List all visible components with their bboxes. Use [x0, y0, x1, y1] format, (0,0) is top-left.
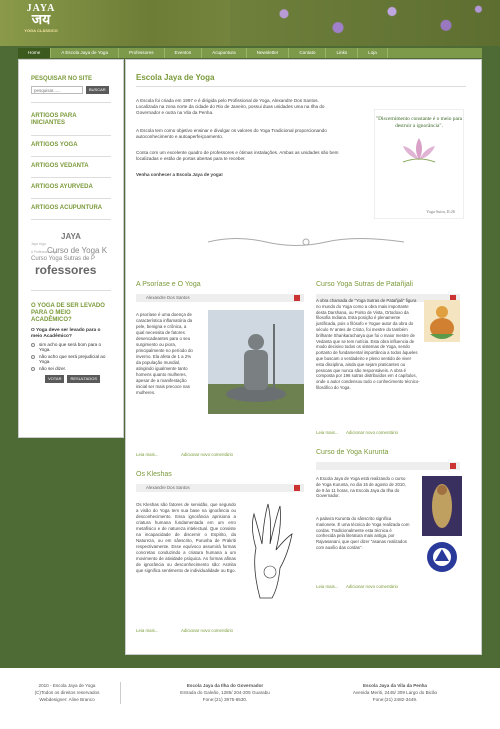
- results-button[interactable]: RESULTADOS: [67, 375, 101, 383]
- divider: [31, 156, 111, 157]
- nav-newsletter[interactable]: Newsletter: [247, 48, 290, 58]
- widget-line-2[interactable]: Curso Yoga Sutras de P: [31, 256, 95, 262]
- divider: [31, 198, 111, 199]
- quote-text: "Discernimento constante é o meio para d…: [375, 116, 463, 129]
- patanjali-image: [424, 300, 460, 342]
- nav-acupuntura[interactable]: Acupuntura: [202, 48, 247, 58]
- divider: [136, 86, 466, 87]
- poll-option-3[interactable]: não sei dizer.: [19, 366, 123, 371]
- poll-option-label: sim acho que será bom para o Yoga.: [39, 342, 102, 352]
- divider: [31, 219, 111, 220]
- article-author-bar-2: Alexandre Dos Santos: [136, 484, 304, 492]
- nav-professores[interactable]: Professores: [119, 48, 165, 58]
- divider: [31, 135, 111, 136]
- pdf-icon[interactable]: [294, 485, 300, 491]
- poll-title: O YOGA DE SER LEVADO PARA O MEIO ACADÊMI…: [31, 303, 105, 323]
- pdf-icon[interactable]: [450, 463, 456, 469]
- read-more-link[interactable]: Leia mais...: [316, 584, 338, 589]
- search-button[interactable]: BUSCAR: [86, 86, 109, 94]
- add-comment-link[interactable]: Adicionar novo comentário: [346, 584, 398, 589]
- chakra-icon: [427, 542, 457, 572]
- widget-tiny-1: Jaya Yoga: [31, 242, 46, 246]
- widget-tiny-2: A Professora Yoga: [31, 250, 58, 254]
- poll-option-label: não acho que será prejudicial ao Yoga.: [39, 354, 106, 364]
- article-text-2: Os Kleshas são fatores de servidão, que …: [136, 502, 236, 573]
- search-input[interactable]: [31, 86, 83, 94]
- footer-ilha-address: Escola Jaya da Ilha do Governador Estrada…: [180, 683, 270, 702]
- article-title-4[interactable]: Curso de Yoga Kurunta: [316, 449, 388, 456]
- intro-p1: A Escola foi criada em 1997 e é dirigida…: [136, 98, 325, 116]
- article-text-3: A obra chamada de "Yoga Sutras de Patañj…: [316, 298, 420, 390]
- intro-p3: Conta com um excelente quadro de profess…: [136, 150, 339, 162]
- add-comment-link[interactable]: Adicionar novo comentário: [181, 628, 233, 633]
- radio-icon[interactable]: [31, 367, 35, 371]
- article-text-4a: A Escola Jaya de Yoga está realizando o …: [316, 476, 406, 499]
- page-title: Escola Jaya de Yoga: [136, 73, 215, 82]
- lotus-icon: [402, 138, 436, 163]
- logo-main-text: जय: [31, 13, 51, 28]
- intro-p2: A Escola tem como objetivo ensinar e div…: [136, 128, 327, 140]
- read-more-link[interactable]: Leia mais...: [316, 430, 338, 435]
- article-text-4b: A palavra Kurunta do sânscrito significa…: [316, 516, 410, 550]
- main-nav: Home A Escola Jaya de Yoga Professores E…: [18, 48, 482, 58]
- sidebar: PESQUISAR NO SITE BUSCAR ARTIGOS PARA IN…: [18, 59, 124, 438]
- nav-contato[interactable]: Contato: [289, 48, 327, 58]
- vote-button[interactable]: VOTAR: [45, 375, 65, 383]
- nav-home[interactable]: Home: [18, 48, 52, 58]
- radio-icon[interactable]: [31, 343, 35, 347]
- sidebar-link-ayurveda[interactable]: ARTIGOS AYURVEDA: [19, 184, 123, 190]
- pdf-icon[interactable]: [294, 295, 300, 301]
- article-title-3[interactable]: Curso Yoga Sutras de Patañjali: [316, 281, 413, 288]
- intro-p4: Venha conhecer a Escola Jaya de yoga!: [136, 172, 223, 177]
- article-title-1[interactable]: A Psoríase e O Yoga: [136, 281, 201, 288]
- author-name: Alexandre Dos Santos: [146, 485, 190, 490]
- article-title-2[interactable]: Os Kleshas: [136, 471, 172, 478]
- search-title: PESQUISAR NO SITE: [31, 76, 93, 82]
- poll-question: O Yoga deve ser levado para o meio Acadê…: [31, 328, 101, 339]
- poll-buttons: VOTAR RESULTADOS: [19, 375, 123, 383]
- sidebar-link-acupuntura[interactable]: ARTIGOS ACUPUNTURA: [19, 205, 123, 211]
- nav-escola[interactable]: A Escola Jaya de Yoga: [51, 48, 120, 58]
- footer-divider: [120, 682, 121, 704]
- main-content: Escola Jaya de Yoga A Escola foi criada …: [125, 59, 482, 655]
- divider: [31, 177, 111, 178]
- ornament-divider: [207, 238, 405, 246]
- poll-option-2[interactable]: não acho que será prejudicial ao Yoga.: [19, 354, 123, 364]
- logo-sub-text: YOGA CLÁSSICO: [24, 28, 58, 33]
- footer-penha-address: Escola Jaya da Vila da Penha Avenida Meri…: [352, 683, 438, 702]
- divider: [31, 102, 111, 103]
- add-comment-link[interactable]: Adicionar novo comentário: [346, 430, 398, 435]
- footer: 2010 - Escola Jaya de Yoga (C)Todos os di…: [0, 668, 500, 729]
- sidebar-link-yoga[interactable]: ARTIGOS YOGA: [19, 142, 123, 148]
- site-logo[interactable]: JAYA जय YOGA CLÁSSICO: [18, 4, 64, 34]
- divider: [31, 290, 111, 291]
- author-name: Alexandre Dos Santos: [146, 295, 190, 300]
- sidebar-link-vedanta[interactable]: ARTIGOS VEDANTA: [19, 163, 123, 169]
- quote-box: "Discernimento constante é o meio para d…: [374, 109, 464, 219]
- radio-icon[interactable]: [31, 355, 35, 359]
- hand-mudra-image: [252, 503, 293, 599]
- nav-links[interactable]: Links: [326, 48, 359, 58]
- article-author-bar-1: Alexandre Dos Santos: [136, 294, 304, 302]
- article-author-bar-4: [316, 462, 460, 470]
- read-more-link[interactable]: Leia mais...: [136, 628, 158, 633]
- flowers-image: [230, 0, 500, 46]
- poll-option-1[interactable]: sim acho que será bom para o Yoga.: [19, 342, 123, 352]
- nav-loja[interactable]: Loja: [358, 48, 388, 58]
- header-banner: JAYA जय YOGA CLÁSSICO: [0, 0, 500, 46]
- kurunta-image: [422, 476, 462, 536]
- quote-source: Yoga Sutra, II:26: [426, 209, 455, 214]
- read-more-link[interactable]: Leia mais...: [136, 452, 158, 457]
- nav-eventos[interactable]: Eventos: [165, 48, 203, 58]
- jaya-widget: JAYA Jaya Yoga Curso de Yoga K A Profess…: [19, 232, 123, 290]
- article-text-1: A psoríase é uma doença de característic…: [136, 312, 193, 395]
- widget-line-3[interactable]: rofessores: [35, 263, 96, 277]
- shiva-statue-image: [208, 310, 304, 414]
- footer-copyright: 2010 - Escola Jaya de Yoga (C)Todos os di…: [34, 683, 100, 702]
- add-comment-link[interactable]: Adicionar novo comentário: [181, 452, 233, 457]
- sidebar-link-iniciantes[interactable]: ARTIGOS PARA INICIANTES: [19, 113, 123, 127]
- poll-option-label: não sei dizer.: [39, 366, 67, 371]
- search-form: BUSCAR: [31, 86, 111, 94]
- widget-title: JAYA: [61, 232, 81, 241]
